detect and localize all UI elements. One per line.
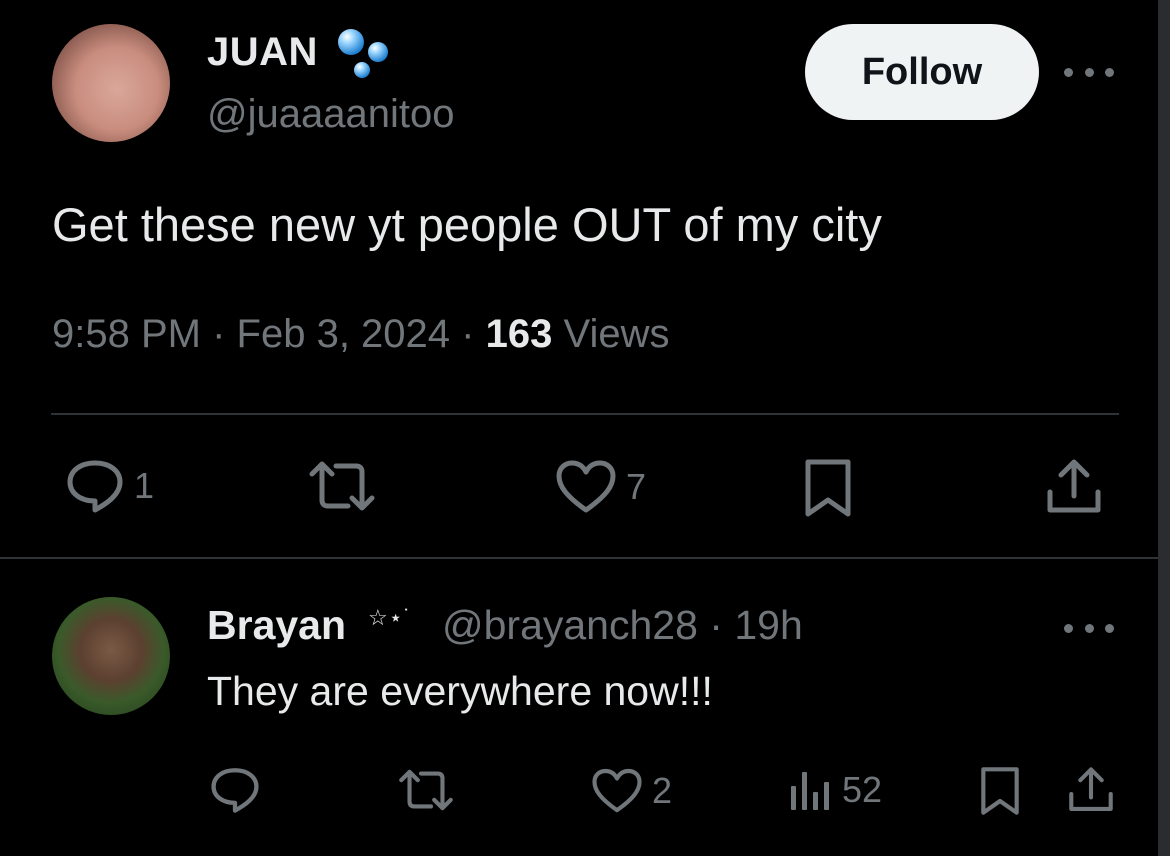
- reply-text: They are everywhere now!!!: [207, 668, 713, 714]
- views-button[interactable]: 52: [788, 768, 882, 812]
- heart-icon: [556, 460, 616, 513]
- tweet-date[interactable]: Feb 3, 2024: [237, 312, 451, 356]
- separator: ·: [709, 602, 723, 648]
- name-decoration: ☆⋆˙: [368, 605, 412, 630]
- avatar[interactable]: [52, 24, 170, 142]
- more-options-icon[interactable]: [1064, 62, 1114, 82]
- tweet-meta: 9:58 PM · Feb 3, 2024 · 163 Views: [52, 312, 669, 357]
- scrollbar-track[interactable]: [1158, 0, 1170, 856]
- views-count: 163: [485, 312, 553, 356]
- separator: ·: [461, 312, 475, 356]
- repost-icon: [399, 769, 453, 811]
- like-button[interactable]: 2: [592, 768, 672, 814]
- bookmark-icon: [981, 767, 1019, 815]
- reply-icon: [211, 768, 259, 813]
- repost-button[interactable]: [308, 460, 376, 512]
- views-icon: [791, 772, 829, 810]
- more-options-icon[interactable]: [1064, 618, 1114, 638]
- tweet-text: Get these new yt people OUT of my city: [52, 198, 882, 251]
- bookmark-button[interactable]: [804, 458, 852, 518]
- like-count: 2: [652, 770, 673, 811]
- like-count: 7: [626, 466, 647, 507]
- share-icon: [1069, 767, 1113, 811]
- bookmark-icon: [805, 459, 851, 517]
- reply-author-name[interactable]: Brayan: [207, 602, 346, 649]
- like-button[interactable]: 7: [556, 460, 646, 514]
- reply-count: 1: [134, 465, 155, 506]
- repost-button[interactable]: [398, 768, 454, 812]
- reply-button[interactable]: [210, 766, 260, 814]
- follow-button[interactable]: Follow: [805, 24, 1039, 120]
- author-name[interactable]: JUAN: [207, 30, 318, 75]
- divider: [0, 557, 1158, 559]
- repost-icon: [309, 461, 375, 511]
- avatar[interactable]: [52, 597, 170, 715]
- bookmark-button[interactable]: [980, 766, 1020, 816]
- heart-icon: [592, 768, 642, 813]
- share-button[interactable]: [1046, 458, 1102, 516]
- share-icon: [1047, 459, 1101, 513]
- bubbles-icon: [338, 29, 388, 78]
- reply-button[interactable]: 1: [66, 458, 154, 514]
- reply-icon: [67, 460, 123, 513]
- divider: [51, 413, 1119, 415]
- reply-handle[interactable]: @brayanch28: [442, 602, 698, 648]
- tweet-time[interactable]: 9:58 PM: [52, 312, 201, 356]
- author-handle[interactable]: @juaaaanitoo: [207, 92, 454, 137]
- views-count: 52: [842, 769, 883, 810]
- share-button[interactable]: [1068, 766, 1114, 814]
- reply-author-handle: @brayanch28 · 19h: [442, 602, 803, 649]
- reply-time[interactable]: 19h: [734, 602, 802, 648]
- views-label: Views: [563, 312, 670, 356]
- separator: ·: [212, 312, 226, 356]
